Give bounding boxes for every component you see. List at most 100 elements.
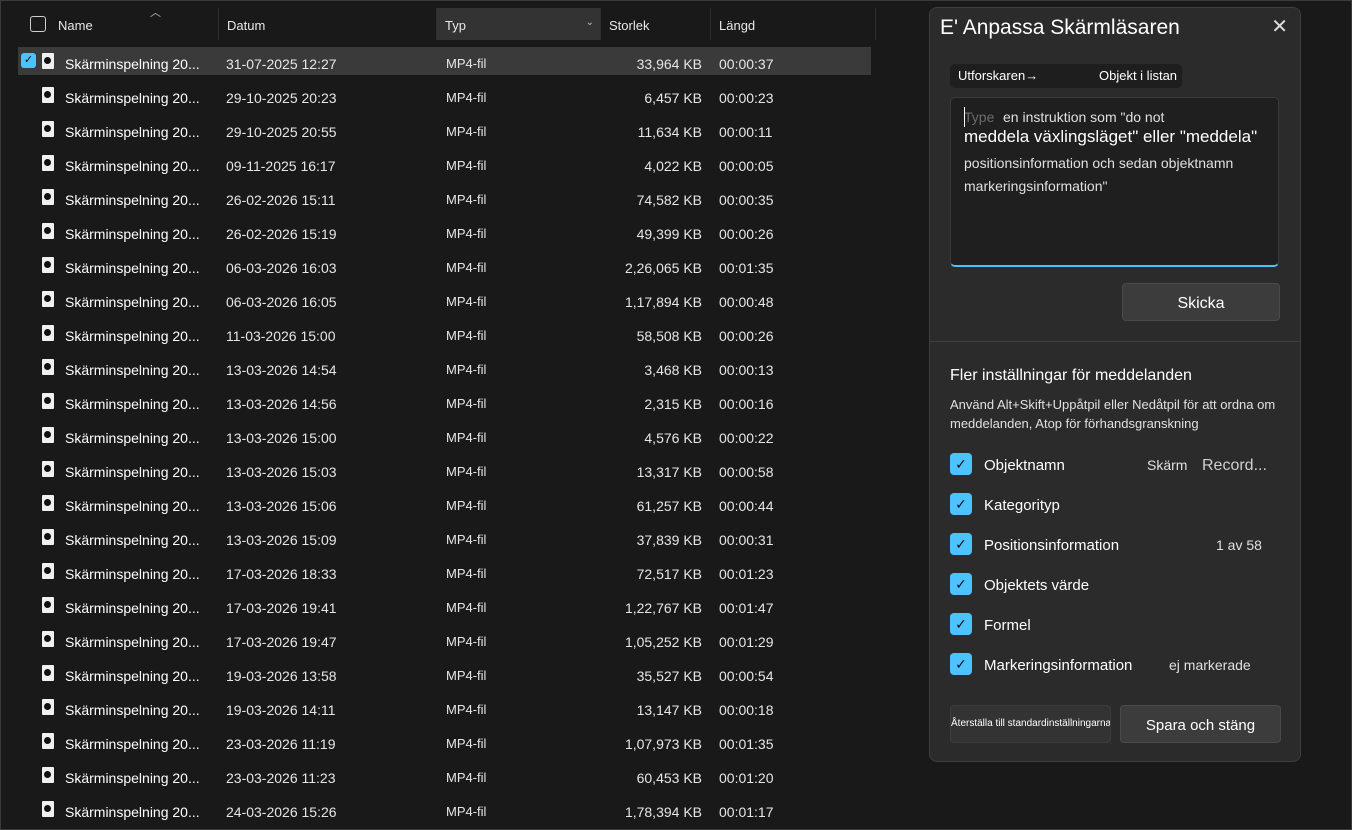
file-row[interactable]: Skärminspelning 20... 13-03-2026 15:00 MP4… [18, 421, 871, 455]
file-date: 13-03-2026 14:56 [226, 396, 337, 412]
file-name: Skärminspelning 20... [65, 124, 200, 140]
file-row[interactable]: Skärminspelning 20... 23-03-2026 11:23 MP4… [18, 761, 871, 795]
video-file-icon [42, 257, 54, 273]
file-length: 00:00:26 [719, 226, 774, 242]
file-row[interactable]: Skärminspelning 20... 26-02-2026 15:11 MP4… [18, 183, 871, 217]
file-type: MP4-fil [446, 668, 487, 683]
option-checkbox[interactable]: ✓ [950, 613, 972, 635]
file-date: 24-03-2026 15:26 [226, 804, 337, 820]
file-name: Skärminspelning 20... [65, 770, 200, 786]
column-size[interactable]: Storlek [601, 8, 711, 40]
file-row[interactable]: Skärminspelning 20... 13-03-2026 14:56 MP4… [18, 387, 871, 421]
file-row[interactable]: Skärminspelning 20... 13-03-2026 15:09 MP4… [18, 523, 871, 557]
column-date-label: Datum [227, 18, 266, 33]
save-and-close-button[interactable]: Spara och stäng [1120, 705, 1281, 743]
file-name: Skärminspelning 20... [65, 600, 200, 616]
segment-explorer[interactable]: Utforskaren→ [958, 68, 1038, 83]
video-file-icon [42, 461, 54, 477]
select-all-checkbox[interactable] [30, 16, 46, 32]
file-row[interactable]: Skärminspelning 20... 06-03-2026 16:05 MP4… [18, 285, 871, 319]
option-label: Kategorityp [984, 497, 1060, 514]
file-date: 13-03-2026 15:00 [226, 430, 337, 446]
file-row[interactable]: Skärminspelning 20... 23-03-2026 11:19 MP4… [18, 727, 871, 761]
file-type: MP4-fil [446, 124, 487, 139]
video-file-icon [42, 427, 54, 443]
file-row[interactable]: Skärminspelning 20... 29-10-2025 20:55 MP4… [18, 115, 871, 149]
instruction-line-4: markeringsinformation" [964, 178, 1108, 194]
file-row[interactable]: Skärminspelning 20... 19-03-2026 13:58 MP4… [18, 659, 871, 693]
option-checkbox[interactable]: ✓ [950, 453, 972, 475]
file-row[interactable]: Skärminspelning 20... 17-03-2026 18:33 MP4… [18, 557, 871, 591]
option-checkbox[interactable]: ✓ [950, 573, 972, 595]
column-type[interactable]: Typ ⌄ [437, 8, 601, 40]
file-size: 35,527 KB [636, 668, 702, 684]
file-row[interactable]: Skärminspelning 20... 13-03-2026 15:03 MP4… [18, 455, 871, 489]
segment-list-item[interactable]: Objekt i listan [1099, 68, 1177, 83]
file-type: MP4-fil [446, 498, 487, 513]
file-date: 13-03-2026 15:06 [226, 498, 337, 514]
file-length: 00:00:05 [719, 158, 774, 174]
file-size: 61,257 KB [636, 498, 702, 514]
option-row: ✓ Objektets värde [950, 573, 1280, 597]
file-row[interactable]: Skärminspelning 20... 17-03-2026 19:41 MP4… [18, 591, 871, 625]
video-file-icon [42, 121, 54, 137]
chevron-down-icon[interactable]: ⌄ [586, 5, 594, 40]
file-size: 11,634 KB [637, 124, 702, 140]
option-checkbox[interactable]: ✓ [950, 653, 972, 675]
option-row: ✓ Formel [950, 613, 1280, 637]
file-row[interactable]: Skärminspelning 20... 13-03-2026 14:54 MP4… [18, 353, 871, 387]
file-name: Skärminspelning 20... [65, 702, 200, 718]
video-file-icon [42, 631, 54, 647]
file-length: 00:01:47 [719, 600, 774, 616]
file-name: Skärminspelning 20... [65, 90, 200, 106]
column-date[interactable]: Datum [219, 8, 437, 40]
file-row[interactable]: Skärminspelning 20... 11-03-2026 15:00 MP4… [18, 319, 871, 353]
close-icon[interactable]: ✕ [1271, 14, 1288, 39]
video-file-icon [42, 767, 54, 783]
instruction-textarea[interactable]: Type en instruktion som "do not meddela … [950, 97, 1279, 267]
file-name: Skärminspelning 20... [65, 260, 200, 276]
file-row[interactable]: Skärminspelning 20... 26-02-2026 15:19 MP4… [18, 217, 871, 251]
file-date: 13-03-2026 15:03 [226, 464, 337, 480]
file-date: 17-03-2026 19:47 [226, 634, 337, 650]
file-row[interactable]: Skärminspelning 20... 17-03-2026 19:47 MP4… [18, 625, 871, 659]
option-checkbox[interactable]: ✓ [950, 493, 972, 515]
file-type: MP4-fil [446, 464, 487, 479]
file-type: MP4-fil [446, 56, 487, 71]
option-checkbox[interactable]: ✓ [950, 533, 972, 555]
file-row[interactable]: ✓ Skärminspelning 20... 31-07-2025 12:27 MP… [18, 47, 871, 75]
file-row[interactable]: Skärminspelning 20... 13-03-2026 15:06 MP4… [18, 489, 871, 523]
file-name: Skärminspelning 20... [65, 294, 200, 310]
send-button[interactable]: Skicka [1122, 283, 1280, 321]
file-row[interactable]: Skärminspelning 20... 24-03-2026 15:26 MP4… [18, 795, 871, 829]
file-row[interactable]: Skärminspelning 20... 29-10-2025 20:23 MP4… [18, 81, 871, 115]
file-type: MP4-fil [446, 430, 487, 445]
column-size-label: Storlek [609, 18, 650, 33]
option-label: Formel [984, 617, 1031, 634]
option-label: Objektets värde [984, 577, 1090, 594]
instruction-line-3: positionsinformation och sedan objektnam… [964, 155, 1234, 171]
file-length: 00:00:16 [719, 396, 774, 412]
file-type: MP4-fil [446, 600, 487, 615]
video-file-icon [42, 733, 54, 749]
file-length: 00:00:13 [719, 362, 774, 378]
file-size: 6,457 KB [644, 90, 702, 106]
file-date: 29-10-2025 20:55 [226, 124, 337, 140]
row-checkbox[interactable]: ✓ [21, 53, 36, 68]
file-name: Skärminspelning 20... [65, 804, 200, 820]
file-name: Skärminspelning 20... [65, 362, 200, 378]
reset-defaults-button[interactable]: Återställa till standardinställningarna [950, 705, 1111, 743]
column-length[interactable]: Längd [711, 8, 876, 40]
file-length: 00:00:54 [719, 668, 774, 684]
file-row[interactable]: Skärminspelning 20... 09-11-2025 16:17 MP4… [18, 149, 871, 183]
file-type: MP4-fil [446, 532, 487, 547]
file-size: 1,07,973 KB [624, 736, 702, 752]
file-size: 1,05,252 KB [624, 634, 702, 650]
file-row[interactable]: Skärminspelning 20... 19-03-2026 14:11 MP4… [18, 693, 871, 727]
file-length: 00:01:17 [719, 804, 774, 820]
column-name[interactable]: ︿ Name [50, 7, 219, 40]
option-preview: Skärm [1147, 457, 1188, 473]
file-row[interactable]: Skärminspelning 20... 06-03-2026 16:03 MP4… [18, 251, 871, 285]
file-length: 00:01:29 [719, 634, 774, 650]
option-preview-extra: Record... [1202, 457, 1267, 474]
